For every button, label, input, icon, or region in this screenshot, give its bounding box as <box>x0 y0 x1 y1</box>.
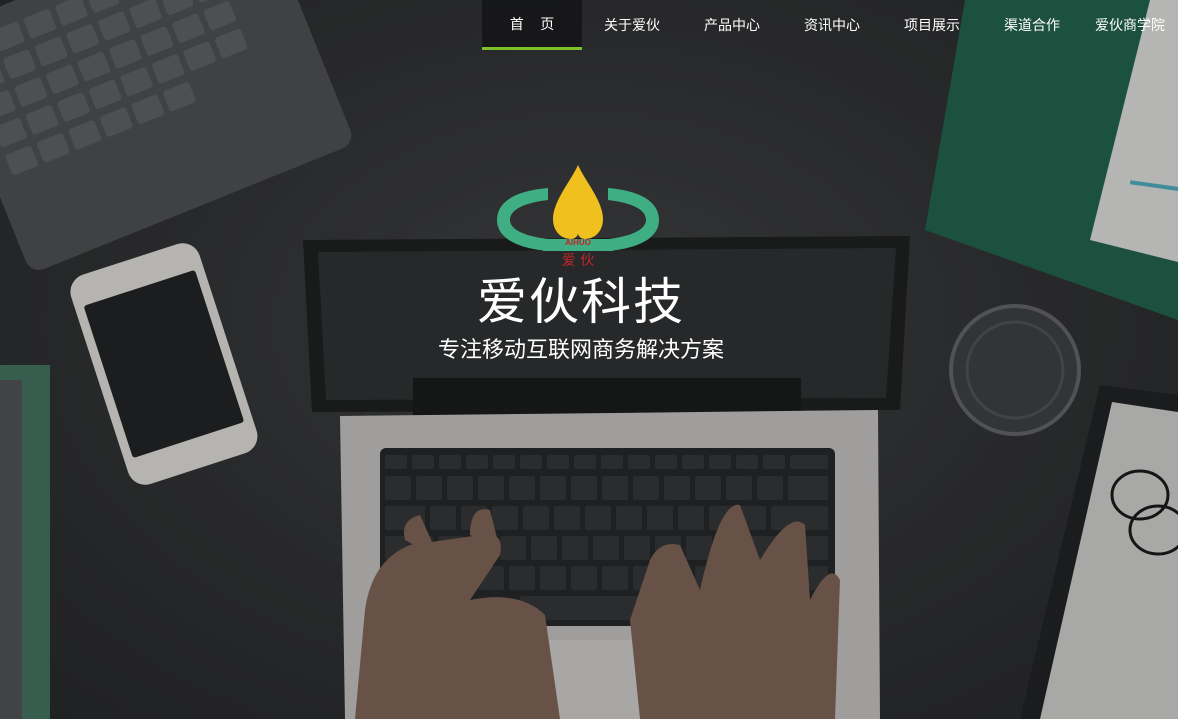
nav-item-home[interactable]: 首 页 <box>482 0 582 50</box>
nav-item-about[interactable]: 关于爱伙 <box>582 0 682 50</box>
nav-item-news[interactable]: 资讯中心 <box>782 0 882 50</box>
logo-ring-left <box>497 188 548 251</box>
clipboard-image <box>1020 385 1178 719</box>
logo-cn-text: 爱 伙 <box>562 253 594 269</box>
keyboard-image <box>0 0 352 270</box>
main-nav: 首 页 关于爱伙 产品中心 资讯中心 项目展示 渠道合作 爱伙商学院 <box>482 0 1178 50</box>
logo-ring-right <box>608 188 659 251</box>
nav-item-products[interactable]: 产品中心 <box>682 0 782 50</box>
logo-latin-text: AIHUO <box>565 238 591 247</box>
slogan: 专注移动互联网商务解决方案 <box>437 338 724 363</box>
nav-item-academy[interactable]: 爱伙商学院 <box>1082 0 1178 50</box>
brand-logo: AIHUO 爱 伙 <box>497 165 659 269</box>
logo-drop <box>553 165 603 239</box>
nav-item-channel[interactable]: 渠道合作 <box>982 0 1082 50</box>
nav-item-projects[interactable]: 项目展示 <box>882 0 982 50</box>
brand-name: 爱伙科技 <box>477 273 685 331</box>
hero-banner: 首 页 关于爱伙 产品中心 资讯中心 项目展示 渠道合作 爱伙商学院 AIHUO… <box>0 0 1178 719</box>
